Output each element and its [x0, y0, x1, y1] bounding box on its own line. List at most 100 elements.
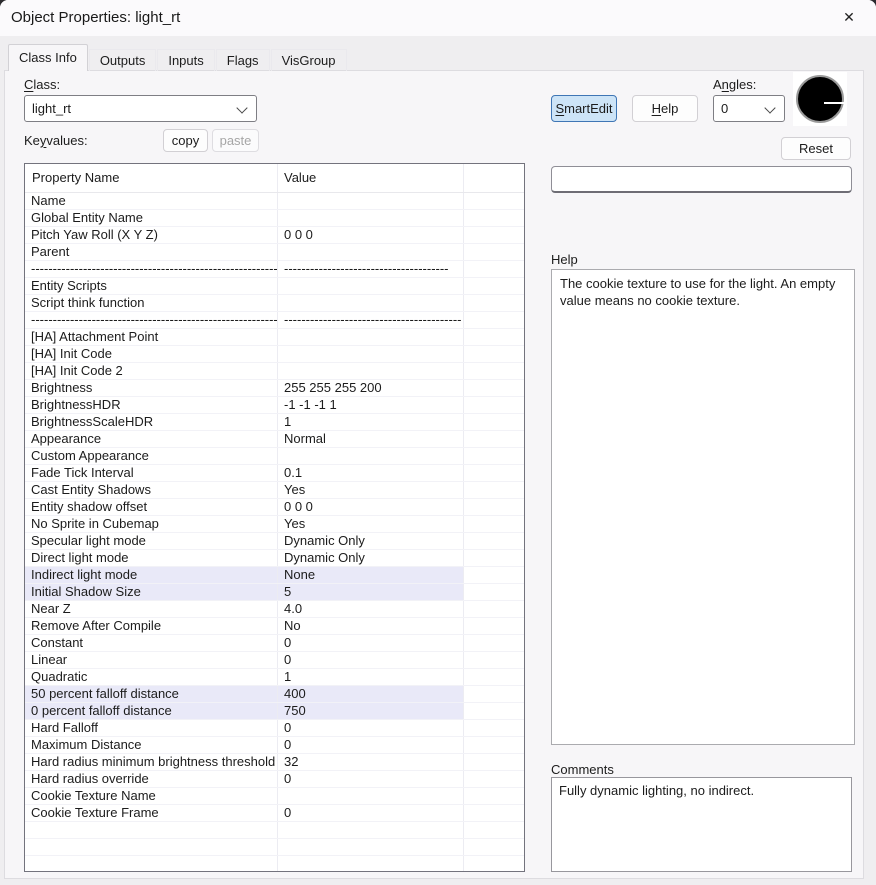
table-row[interactable]: Fade Tick Interval0.1	[25, 465, 524, 482]
help-button[interactable]: Help	[632, 95, 698, 122]
table-row[interactable]: Name	[25, 193, 524, 210]
property-extra-cell	[464, 567, 524, 583]
tab-strip: Class Info Outputs Inputs Flags VisGroup	[8, 44, 348, 71]
property-value-cell: No	[278, 618, 464, 634]
table-row[interactable]: BrightnessScaleHDR1	[25, 414, 524, 431]
angles-combobox[interactable]: 0	[713, 95, 785, 122]
table-row[interactable]: Cast Entity ShadowsYes	[25, 482, 524, 499]
property-extra-cell	[464, 703, 524, 719]
property-name-cell: [HA] Init Code	[25, 346, 278, 362]
table-row[interactable]: Maximum Distance0	[25, 737, 524, 754]
table-row[interactable]: ----------------------------------------…	[25, 312, 524, 329]
table-row[interactable]: Brightness255 255 255 200	[25, 380, 524, 397]
property-name-cell: Appearance	[25, 431, 278, 447]
table-row[interactable]: No Sprite in CubemapYes	[25, 516, 524, 533]
table-row[interactable]: Hard radius minimum brightness threshold…	[25, 754, 524, 771]
comments-text: Fully dynamic lighting, no indirect.	[559, 783, 754, 798]
property-extra-cell	[464, 635, 524, 651]
property-extra-cell	[464, 499, 524, 515]
table-row[interactable]: BrightnessHDR-1 -1 -1 1	[25, 397, 524, 414]
property-value-cell: 0 0 0	[278, 227, 464, 243]
table-row[interactable]: [HA] Init Code 2	[25, 363, 524, 380]
table-row[interactable]: Initial Shadow Size5	[25, 584, 524, 601]
table-row[interactable]: Indirect light modeNone	[25, 567, 524, 584]
table-row[interactable]: Custom Appearance	[25, 448, 524, 465]
property-value-cell	[278, 210, 464, 226]
table-row[interactable]: Hard radius override0	[25, 771, 524, 788]
table-row[interactable]	[25, 839, 524, 856]
paste-button[interactable]: paste	[212, 129, 259, 152]
property-value-cell	[278, 346, 464, 362]
property-name-cell: Hard Falloff	[25, 720, 278, 736]
help-pane-label: Help	[551, 252, 578, 267]
reset-button[interactable]: Reset	[781, 137, 851, 160]
table-row[interactable]: Entity Scripts	[25, 278, 524, 295]
property-name-cell: Global Entity Name	[25, 210, 278, 226]
table-row[interactable]: Pitch Yaw Roll (X Y Z)0 0 0	[25, 227, 524, 244]
property-name-cell: Entity shadow offset	[25, 499, 278, 515]
angle-dial-circle	[796, 75, 844, 123]
value-edit-input[interactable]	[551, 166, 852, 193]
property-table-header: Property Name Value	[25, 164, 524, 193]
table-row[interactable]: Cookie Texture Name	[25, 788, 524, 805]
tab-outputs[interactable]: Outputs	[89, 49, 157, 71]
property-value-cell: 400	[278, 686, 464, 702]
table-row[interactable]: 50 percent falloff distance400	[25, 686, 524, 703]
close-button[interactable]: ✕	[828, 0, 870, 34]
property-value-cell: 0	[278, 652, 464, 668]
table-row[interactable]: Direct light modeDynamic Only	[25, 550, 524, 567]
table-row[interactable]: Script think function	[25, 295, 524, 312]
property-value-cell: 0	[278, 737, 464, 753]
table-row[interactable]: AppearanceNormal	[25, 431, 524, 448]
header-value: Value	[278, 164, 464, 192]
property-extra-cell	[464, 822, 524, 838]
table-row[interactable]	[25, 856, 524, 872]
table-row[interactable]: Specular light modeDynamic Only	[25, 533, 524, 550]
smartedit-button[interactable]: SmartEdit	[551, 95, 617, 122]
property-value-cell: 1	[278, 414, 464, 430]
property-extra-cell	[464, 482, 524, 498]
table-row[interactable]: Near Z4.0	[25, 601, 524, 618]
property-extra-cell	[464, 584, 524, 600]
table-row[interactable]: Cookie Texture Frame0	[25, 805, 524, 822]
comments-text-box[interactable]: Fully dynamic lighting, no indirect.	[551, 777, 852, 872]
table-row[interactable]: [HA] Attachment Point	[25, 329, 524, 346]
tab-visgroup[interactable]: VisGroup	[271, 49, 347, 71]
table-row[interactable]: Global Entity Name	[25, 210, 524, 227]
property-extra-cell	[464, 652, 524, 668]
property-name-cell: ----------------------------------------…	[25, 312, 278, 328]
table-row[interactable]: Entity shadow offset0 0 0	[25, 499, 524, 516]
class-label: Class:	[24, 77, 60, 92]
table-row[interactable]	[25, 822, 524, 839]
table-row[interactable]: 0 percent falloff distance750	[25, 703, 524, 720]
property-name-cell: Script think function	[25, 295, 278, 311]
property-name-cell: Name	[25, 193, 278, 209]
tab-inputs[interactable]: Inputs	[157, 49, 214, 71]
property-extra-cell	[464, 295, 524, 311]
help-text: The cookie texture to use for the light.…	[560, 276, 835, 308]
property-name-cell: BrightnessHDR	[25, 397, 278, 413]
class-combobox[interactable]: light_rt	[24, 95, 257, 122]
property-value-cell: Dynamic Only	[278, 550, 464, 566]
chevron-down-icon	[764, 102, 775, 113]
table-row[interactable]: Constant0	[25, 635, 524, 652]
property-name-cell: Cookie Texture Frame	[25, 805, 278, 821]
angle-indicator-line	[824, 102, 846, 104]
table-row[interactable]: Remove After CompileNo	[25, 618, 524, 635]
table-row[interactable]: ----------------------------------------…	[25, 261, 524, 278]
tab-class-info[interactable]: Class Info	[8, 44, 88, 71]
table-row[interactable]: [HA] Init Code	[25, 346, 524, 363]
property-extra-cell	[464, 329, 524, 345]
table-row[interactable]: Quadratic1	[25, 669, 524, 686]
tab-flags[interactable]: Flags	[216, 49, 270, 71]
angle-dial[interactable]	[793, 72, 847, 126]
property-name-cell: 50 percent falloff distance	[25, 686, 278, 702]
property-value-cell: 4.0	[278, 601, 464, 617]
table-row[interactable]: Parent	[25, 244, 524, 261]
property-value-cell: 5	[278, 584, 464, 600]
table-row[interactable]: Hard Falloff0	[25, 720, 524, 737]
table-row[interactable]: Linear0	[25, 652, 524, 669]
help-button-label: Help	[652, 101, 679, 116]
copy-button[interactable]: copy	[163, 129, 208, 152]
property-value-cell: -1 -1 -1 1	[278, 397, 464, 413]
